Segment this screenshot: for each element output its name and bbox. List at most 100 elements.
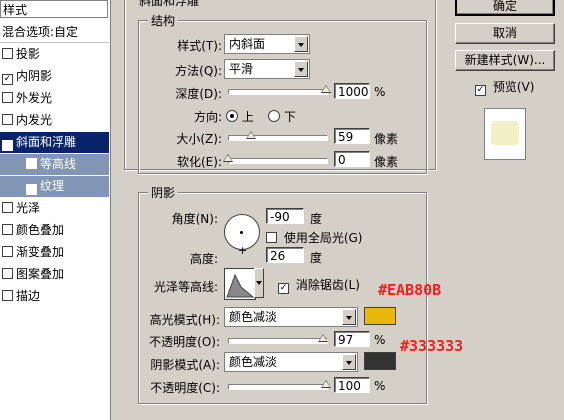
altitude-input[interactable]: 26 [266,247,304,263]
depth-input[interactable]: 1000 [334,83,370,99]
style-item-checkbox[interactable] [2,268,13,279]
gloss-contour-dropdown[interactable] [254,268,264,298]
chevron-down-icon [294,36,308,52]
antialias-checkbox[interactable]: ✓ [278,283,289,294]
global-light-checkbox[interactable] [266,232,277,243]
style-select-value: 内斜面 [229,37,266,51]
size-slider-thumb[interactable] [245,131,256,139]
soften-unit: 像素 [374,155,399,169]
ok-button[interactable]: 确定 [455,0,555,16]
style-item-2[interactable]: ✓ 内阴影 [0,66,109,87]
style-item-checkbox[interactable]: ✓ [26,184,37,195]
highlight-mode-label: 高光模式(H): [149,313,220,327]
shadow-mode-label: 阴影模式(A): [150,358,220,372]
depth-slider[interactable] [228,89,328,95]
style-item-8[interactable]: 光泽 [0,198,109,219]
style-item-checkbox[interactable] [26,158,37,169]
style-item-checkbox[interactable] [2,48,13,59]
size-input[interactable]: 59 [334,128,370,144]
shading-legend: 阴影 [148,184,179,201]
size-unit: 像素 [374,132,399,146]
antialias-option[interactable]: ✓ 消除锯齿(L) [278,276,360,294]
depth-slider-thumb[interactable] [321,85,331,93]
style-item-checkbox[interactable] [2,92,13,103]
direction-down-option[interactable]: 下 [268,108,296,125]
shadow-mode-select[interactable]: 颜色减淡 [224,352,358,372]
soften-slider[interactable] [228,158,328,164]
shadow-opacity-slider[interactable] [228,384,328,390]
style-item-checkbox[interactable] [2,224,13,235]
highlight-opacity-thumb[interactable] [318,334,329,342]
style-label: 样式(T): [177,39,222,53]
style-item-10[interactable]: 渐变叠加 [0,242,109,263]
technique-select[interactable]: 平滑 [224,59,310,79]
radio-down[interactable] [268,110,280,122]
shadow-opacity-unit: % [374,379,386,393]
radio-up[interactable] [226,110,238,122]
size-slider[interactable] [228,135,328,141]
highlight-mode-select[interactable]: 颜色减淡 [224,307,358,327]
angle-dial-center [240,231,243,234]
style-item-label: 纹理 [40,179,65,193]
highlight-opacity-slider[interactable] [228,338,328,344]
style-item-checkbox[interactable]: ✓ [2,140,13,151]
highlight-mode-value: 颜色减淡 [229,310,278,324]
style-item-label: 斜面和浮雕 [16,135,77,149]
style-item-7[interactable]: ✓ 纹理 [0,176,109,197]
soften-label: 软化(E): [177,155,222,169]
style-item-3[interactable]: 外发光 [0,88,109,109]
style-preview-thumbnail [484,108,526,160]
shadow-color-swatch[interactable] [364,352,396,370]
chevron-down-icon [256,281,262,285]
highlight-opacity-input[interactable]: 97 [334,331,370,347]
style-item-5[interactable]: ✓ 斜面和浮雕 [0,132,109,153]
styles-list-panel: 样式 混合选项:自定 投影 ✓ 内阴影 外发光 内发光 ✓ 斜面和浮雕 等高线 ✓ 纹理 光泽 颜色叠… [0,0,111,420]
altitude-label: 高度: [189,252,218,266]
style-item-9[interactable]: 颜色叠加 [0,220,109,241]
crosshair-icon: + [238,244,248,257]
global-light-option[interactable]: 使用全局光(G) [266,229,363,246]
depth-unit: % [374,85,386,99]
styles-header[interactable]: 样式 [0,0,108,18]
style-item-label: 图案叠加 [16,267,65,281]
style-item-checkbox[interactable]: ✓ [2,74,13,85]
style-item-4[interactable]: 内发光 [0,110,109,131]
gloss-contour-label: 光泽等高线: [153,280,218,294]
highlight-color-swatch[interactable] [364,307,396,325]
soften-input[interactable]: 0 [334,151,370,167]
style-item-label: 描边 [16,289,41,303]
style-item-checkbox[interactable] [2,246,13,257]
style-item-label: 投影 [16,47,41,61]
direction-up-option[interactable]: 上 [226,108,254,125]
soften-slider-thumb[interactable] [223,154,233,162]
style-item-6[interactable]: 等高线 [0,154,109,175]
shadow-mode-value: 颜色减淡 [229,355,278,369]
style-item-12[interactable]: 描边 [0,286,109,307]
highlight-opacity-label: 不透明度(O): [149,335,220,349]
angle-unit: 度 [310,212,323,226]
preview-checkbox[interactable]: ✓ [475,85,486,96]
style-item-1[interactable]: 投影 [0,44,109,65]
gloss-contour-picker[interactable] [224,268,256,300]
style-item-checkbox[interactable] [2,290,13,301]
depth-label: 深度(D): [175,87,222,101]
direction-up-label: 上 [241,110,254,124]
shadow-color-annotation: #333333 [400,337,464,355]
blend-options-item[interactable]: 混合选项:自定 [0,22,109,43]
style-item-label: 等高线 [40,157,77,171]
style-select[interactable]: 内斜面 [224,34,310,54]
style-item-checkbox[interactable] [2,114,13,125]
direction-down-label: 下 [283,110,296,124]
size-label: 大小(Z): [176,132,222,146]
style-item-checkbox[interactable] [2,202,13,213]
altitude-unit: 度 [310,251,323,265]
style-item-11[interactable]: 图案叠加 [0,264,109,285]
shadow-opacity-input[interactable]: 100 [334,377,370,393]
structure-legend: 结构 [148,12,179,29]
angle-input[interactable]: -90 [266,208,304,224]
bevel-emboss-title: 斜面和浮雕 [136,0,203,9]
new-style-button[interactable]: 新建样式(W)... [455,50,555,71]
cancel-button[interactable]: 取消 [455,23,555,44]
shadow-opacity-thumb[interactable] [321,380,331,388]
preview-option[interactable]: ✓ 预览(V) [475,78,534,96]
